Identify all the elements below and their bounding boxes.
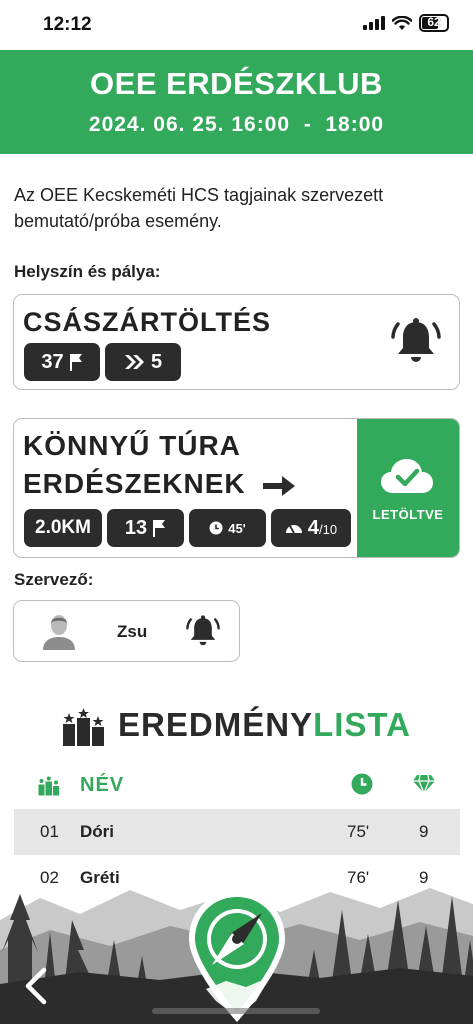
venue-controls-count: 37 bbox=[41, 350, 64, 373]
double-chevron-icon bbox=[124, 355, 144, 369]
venue-controls-badge: 37 bbox=[24, 343, 100, 381]
route-time-badge: 45' bbox=[189, 509, 266, 547]
diamond-icon bbox=[413, 774, 435, 794]
wifi-icon bbox=[392, 15, 412, 30]
results-title: EREDMÉNYLISTA bbox=[0, 706, 473, 747]
route-controls-count: 13 bbox=[124, 516, 148, 539]
venue-label: Helyszín és pálya: bbox=[14, 262, 161, 281]
podium-icon bbox=[63, 708, 105, 747]
user-avatar-icon bbox=[43, 615, 75, 650]
route-difficulty-max: /10 bbox=[319, 521, 338, 537]
route-name: KÖNNYŰ TÚRA ERDÉSZEKNEK bbox=[23, 427, 296, 503]
route-difficulty-badge: 4/10 bbox=[271, 509, 351, 547]
download-status-label: LETÖLTVE bbox=[372, 507, 444, 522]
cloud-check-icon bbox=[381, 459, 433, 493]
podium-icon bbox=[38, 776, 59, 796]
route-name-line1: KÖNNYŰ TÚRA bbox=[23, 430, 241, 461]
bell-icon[interactable] bbox=[391, 317, 441, 365]
status-icons: 62 bbox=[363, 14, 449, 32]
clock-icon bbox=[351, 773, 373, 795]
arrow-right-icon bbox=[263, 475, 296, 496]
gauge-icon bbox=[285, 525, 302, 534]
organizer-name: Zsu bbox=[117, 622, 148, 641]
event-date: 2024. 06. 25. 16:00 - 18:00 bbox=[88, 113, 385, 136]
signal-icon bbox=[363, 16, 385, 30]
back-chevron-icon[interactable] bbox=[22, 967, 50, 1005]
venue-courses-badge: 5 bbox=[105, 343, 181, 381]
row-time: 75' bbox=[347, 822, 370, 841]
table-row[interactable]: 01 Dóri 75' 9 bbox=[14, 809, 460, 855]
flag-icon bbox=[153, 520, 166, 537]
route-difficulty: 4 bbox=[307, 516, 320, 539]
results-table-header: NÉV bbox=[14, 770, 460, 802]
route-card[interactable]: KÖNNYŰ TÚRA ERDÉSZEKNEK 2.0KM 13 45' 4/1… bbox=[13, 418, 460, 558]
route-distance: 2.0KM bbox=[35, 517, 91, 538]
event-header: OEE ERDÉSZKLUB 2024. 06. 25. 16:00 - 18:… bbox=[0, 50, 473, 154]
route-controls-badge: 13 bbox=[107, 509, 184, 547]
venue-name: CSÁSZÁRTÖLTÉS bbox=[23, 307, 271, 337]
route-time: 45' bbox=[228, 520, 246, 536]
download-status-button[interactable]: LETÖLTVE bbox=[357, 419, 459, 557]
status-time: 12:12 bbox=[43, 14, 92, 35]
event-title: OEE ERDÉSZKLUB bbox=[90, 66, 383, 101]
home-indicator[interactable] bbox=[152, 1008, 320, 1014]
flag-icon bbox=[69, 354, 82, 371]
battery-level: 62 bbox=[427, 15, 441, 29]
route-name-line2: ERDÉSZEKNEK bbox=[23, 468, 246, 499]
results-title-part1: EREDMÉNY bbox=[118, 706, 314, 743]
battery-icon: 62 bbox=[419, 14, 449, 32]
results-header-name: NÉV bbox=[80, 774, 125, 796]
row-name: Dóri bbox=[80, 822, 114, 841]
bell-icon[interactable] bbox=[186, 614, 220, 648]
results-title-part2: LISTA bbox=[313, 706, 411, 743]
row-place: 01 bbox=[40, 822, 59, 841]
route-distance-badge: 2.0KM bbox=[24, 509, 102, 547]
status-bar: 12:12 62 bbox=[0, 0, 473, 50]
venue-card[interactable]: CSÁSZÁRTÖLTÉS 37 5 bbox=[13, 294, 460, 390]
venue-courses-count: 5 bbox=[150, 350, 163, 373]
organizer-card[interactable]: Zsu bbox=[13, 600, 240, 662]
row-score: 9 bbox=[419, 822, 429, 841]
clock-icon bbox=[209, 521, 223, 535]
compass-pin-icon[interactable] bbox=[186, 889, 288, 1024]
organizer-label: Szervező: bbox=[14, 570, 94, 589]
event-description: Az OEE Kecskeméti HCS tagjainak szerveze… bbox=[14, 185, 384, 231]
